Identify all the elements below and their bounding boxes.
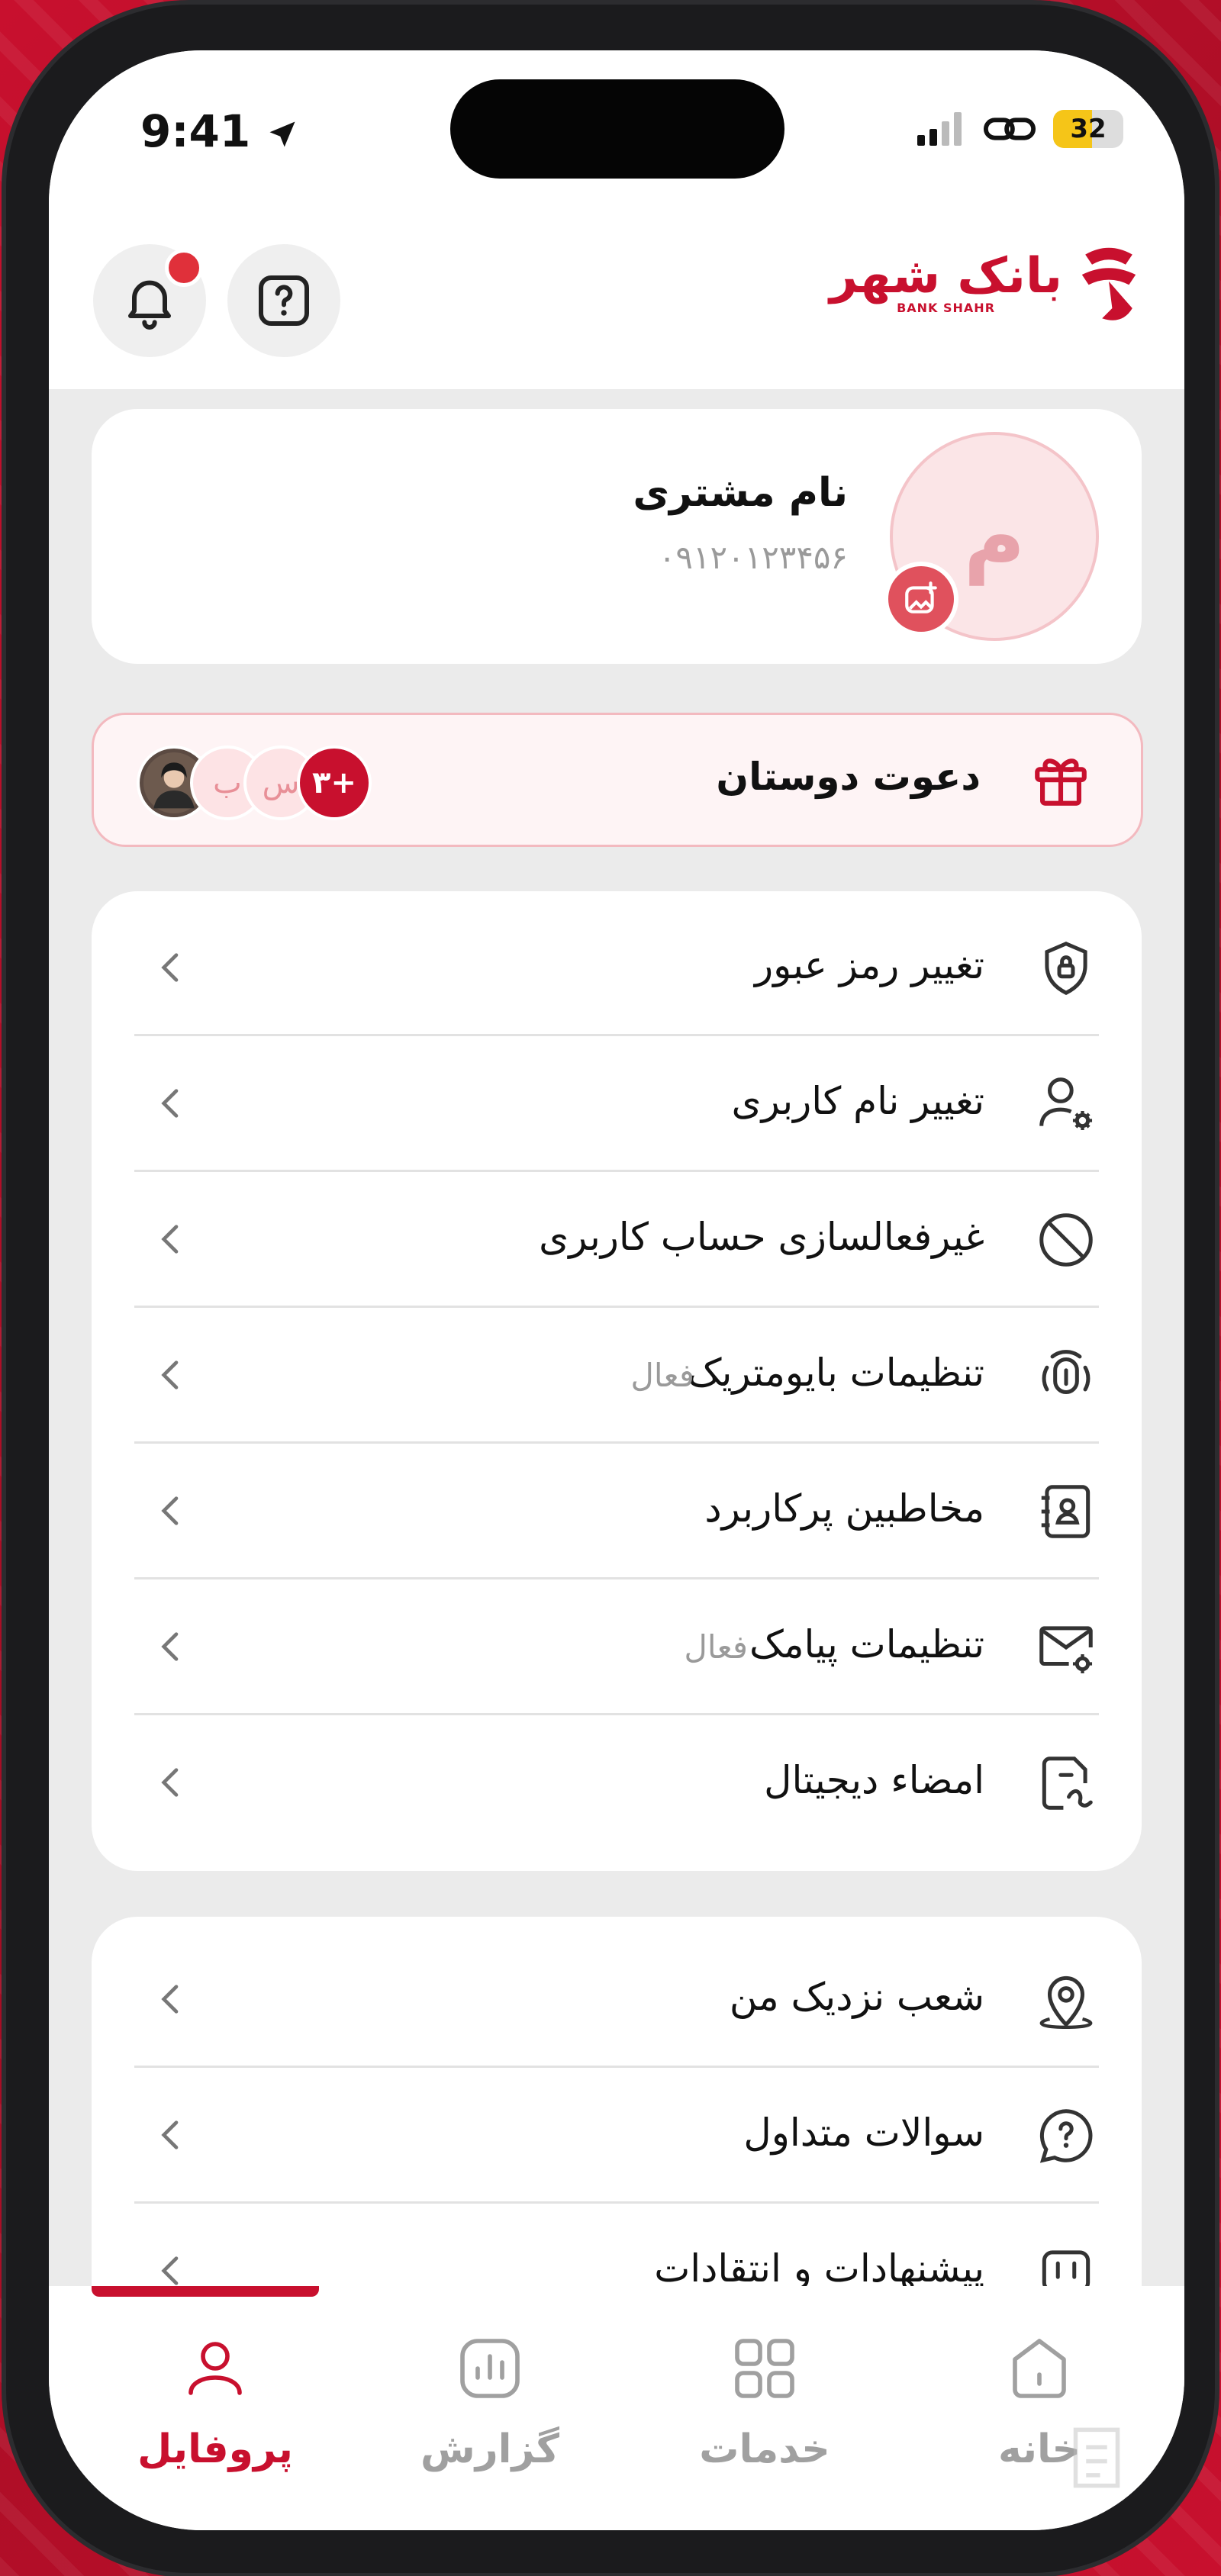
image-add-icon [905,581,937,613]
mail-gear-icon [1039,1626,1093,1674]
sms-status: فعال [684,1628,748,1666]
dynamic-island [450,79,784,179]
notification-badge [165,249,203,287]
bottom-navigation: خانه خدمات گزارش پروفایل [49,2286,1184,2530]
menu-digital-signature[interactable]: امضاء دیجیتال [134,1715,1099,1851]
logo-wordmark: بانک شهر BANK SHAHR [830,252,1062,315]
menu-deactivate-account[interactable]: غیرفعالسازی حساب کاربری [134,1172,1099,1308]
question-bubble-icon [1039,2109,1093,2163]
grid-icon [735,2339,794,2398]
menu-label: تغییر نام کاربری [731,1079,984,1123]
profile-card[interactable]: م نام مشتری ۰۹۱۲۰۱۲۳۴۵۶ [92,409,1142,664]
notifications-button[interactable] [93,244,206,357]
user-icon [188,2342,242,2395]
signal-icon [917,112,962,146]
chevron-left-icon [161,953,179,982]
extra-friends-badge: +۳ [297,745,372,820]
active-tab-indicator [92,2286,319,2297]
invite-friends-label: دعوت دوستان [716,755,981,799]
question-icon [259,275,309,326]
menu-sms-settings[interactable]: تنظیمات پیامک فعال [134,1579,1099,1715]
fingerprint-icon [1042,1350,1091,1394]
biometric-status: فعال [630,1357,694,1394]
avatar-letter: م [963,488,1026,585]
gift-icon [1035,758,1087,806]
help-button[interactable] [227,244,340,357]
nav-services-label: خدمات [699,2426,830,2472]
bank-logo-mark-icon [1081,247,1136,320]
customer-phone: ۰۹۱۲۰۱۲۳۴۵۶ [658,539,848,576]
menu-label: تنظیمات بایومتریک [687,1351,984,1395]
chevron-left-icon [161,1089,179,1118]
chevron-left-icon [161,1985,179,2014]
battery-level: 32 [1070,114,1107,144]
link-icon [983,118,1036,140]
menu-label: غیرفعالسازی حساب کاربری [539,1215,984,1259]
chevron-left-icon [161,1768,179,1797]
bank-logo: بانک شهر BANK SHAHR [830,241,1143,325]
shield-lock-icon [1045,942,1087,996]
menu-frequent-contacts[interactable]: مخاطبین پرکاربرد [134,1444,1099,1579]
menu-change-password[interactable]: تغییر رمز عبور [134,900,1099,1036]
time-text: 9:41 [140,105,251,157]
nav-reports-label: گزارش [420,2426,560,2472]
menu-label: مخاطبین پرکاربرد [704,1486,984,1531]
menu-label: امضاء دیجیتال [764,1758,984,1802]
status-bar: 9:41 32 [49,50,1184,211]
nav-profile[interactable]: پروفایل [101,2332,330,2472]
settings-menu-card: تغییر رمز عبور تغییر نام کاربری غیرفعالس… [92,891,1142,1871]
friend-initial-2: س [262,765,300,800]
location-arrow-icon [269,121,295,147]
nav-profile-label: پروفایل [137,2426,293,2472]
chevron-left-icon [161,1632,179,1661]
phone-frame: 9:41 32 بانک شهر BANK SHAHR م نام مشتری … [6,5,1215,2573]
status-icons: 32 [917,110,1123,148]
status-time: 9:41 [140,105,299,157]
menu-label: شعب نزدیک من [729,1975,984,2019]
nav-reports[interactable]: گزارش [375,2332,604,2472]
contacts-icon [1041,1485,1091,1538]
signature-icon [1042,1757,1093,1810]
home-icon [1013,2339,1066,2398]
avatar-edit-button[interactable] [884,562,958,636]
chevron-left-icon [161,1225,179,1254]
friend-initial-1: ب [213,765,242,800]
menu-label: تنظیمات پیامک [749,1622,984,1666]
invite-friends-card[interactable]: دعوت دوستان ب س +۳ [92,713,1143,847]
logo-text: بانک شهر [830,247,1062,304]
menu-label: سوالات متداول [743,2111,984,2155]
extra-friends-count: +۳ [312,765,356,800]
menu-nearby-branches[interactable]: شعب نزدیک من [134,1932,1099,2068]
chevron-left-icon [161,2120,179,2149]
menu-label: پیشنهادات و انتقادات [654,2246,984,2291]
menu-change-username[interactable]: تغییر نام کاربری [134,1036,1099,1172]
app-header: بانک شهر BANK SHAHR [49,211,1184,389]
store-watermark-icon [1073,2427,1120,2488]
chevron-left-icon [161,1360,179,1389]
location-pin-icon [1039,1975,1093,2029]
menu-label: تغییر رمز عبور [754,943,984,987]
menu-faq[interactable]: سوالات متداول [134,2068,1099,2204]
block-icon [1039,1213,1093,1267]
app-screen: 9:41 32 بانک شهر BANK SHAHR م نام مشتری … [49,50,1184,2530]
user-gear-icon [1039,1077,1093,1131]
menu-biometric-settings[interactable]: تنظیمات بایومتریک فعال [134,1308,1099,1444]
chart-icon [460,2339,520,2398]
customer-name: نام مشتری [633,470,848,516]
battery-indicator: 32 [1053,110,1123,148]
nav-services[interactable]: خدمات [650,2332,879,2472]
chevron-left-icon [161,1496,179,1525]
